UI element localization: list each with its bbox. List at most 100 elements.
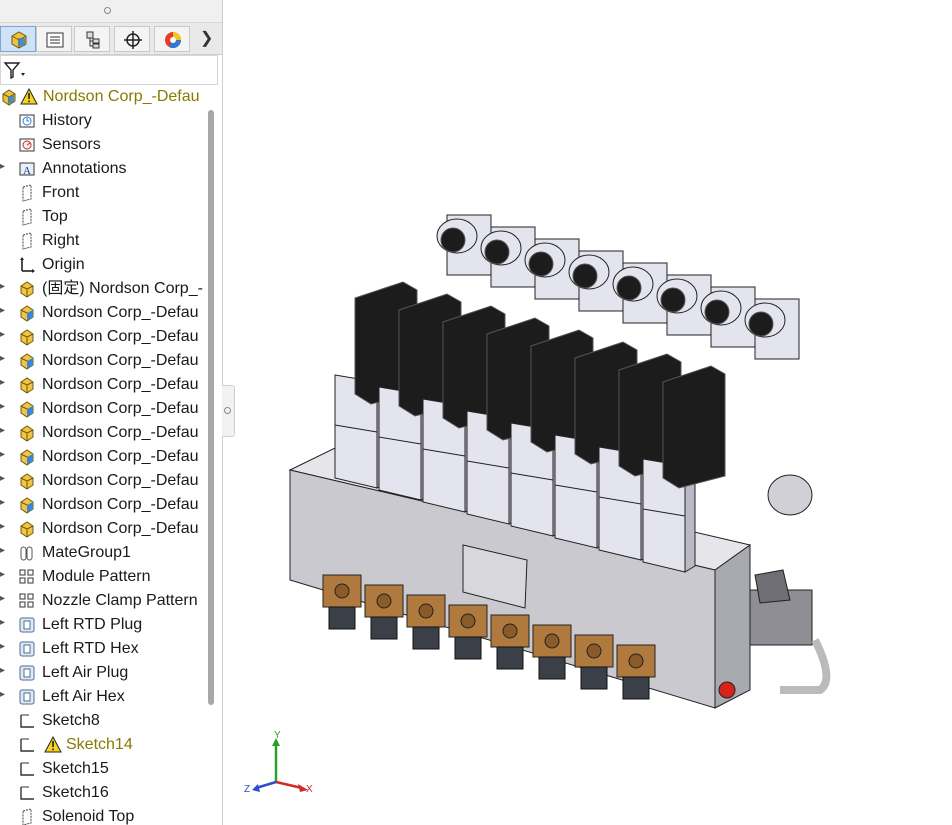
tree-item-label: Origin <box>42 256 85 273</box>
expand-arrow-icon[interactable]: ▸ <box>0 665 5 676</box>
tree-item[interactable]: ▸ Nordson Corp_-Defau <box>0 469 206 493</box>
expand-arrow-icon[interactable]: ▸ <box>0 401 5 412</box>
graphics-viewport[interactable] <box>235 0 952 825</box>
expand-arrow-icon[interactable]: ▸ <box>0 617 5 628</box>
configuration-icon <box>86 31 100 49</box>
tree-item[interactable]: Sensors <box>0 133 206 157</box>
tree-item[interactable]: ▸ A Annotations <box>0 157 206 181</box>
expand-arrow-icon[interactable]: ▸ <box>0 353 5 364</box>
clamp-bolt <box>502 623 518 639</box>
tree-item[interactable]: ▸ Nordson Corp_-Defau <box>0 349 206 373</box>
tab-feature-manager[interactable] <box>0 26 36 52</box>
tree-item[interactable]: Right <box>0 229 206 253</box>
tree-item[interactable]: ▸ Nordson Corp_-Defau <box>0 301 206 325</box>
expand-arrow-icon[interactable]: ▸ <box>0 593 5 604</box>
tree-item-label: Nordson Corp_-Defau <box>42 352 199 369</box>
sketch-icon <box>18 736 36 754</box>
x-axis-line <box>275 780 303 790</box>
tree-item-label: Solenoid Top <box>42 808 135 825</box>
tree-item-label: Nordson Corp_-Defau <box>42 472 199 489</box>
tree-item[interactable]: ▸ Nordson Corp_-Defau <box>0 373 206 397</box>
filter-bar[interactable] <box>0 55 218 85</box>
expand-arrow-icon[interactable]: ▸ <box>0 497 5 508</box>
plane-icon <box>18 208 36 226</box>
tree-item[interactable]: ▸ Nordson Corp_-Defau <box>0 445 206 469</box>
chevron-right-icon[interactable]: ❯ <box>200 31 213 47</box>
tree-item[interactable]: ▸ Nordson Corp_-Defau <box>0 325 206 349</box>
z-axis-label: Z <box>244 784 250 795</box>
tree-item[interactable]: Sketch14 <box>0 733 206 757</box>
property-list-icon <box>46 32 64 48</box>
expand-arrow-icon[interactable]: ▸ <box>0 545 5 556</box>
tree-item[interactable]: Sketch8 <box>0 709 206 733</box>
tree-item[interactable]: ▸ Left RTD Plug <box>0 613 206 637</box>
appearance-pie-icon <box>165 32 182 49</box>
solenoid-valve <box>662 365 726 489</box>
expand-arrow-icon[interactable]: ▸ <box>0 425 5 436</box>
x-axis-label: X <box>306 784 313 795</box>
panel-grip[interactable] <box>0 0 222 23</box>
tree-item[interactable]: ▸ Module Pattern <box>0 565 206 589</box>
tree-item-label: Left Air Hex <box>42 688 125 705</box>
part-blue-icon <box>18 448 36 466</box>
expand-arrow-icon[interactable]: ▸ <box>0 521 5 532</box>
tab-configuration-manager[interactable] <box>74 26 110 52</box>
feature-icon <box>18 616 36 634</box>
clamp-bolt <box>544 633 560 649</box>
tree-item[interactable]: ▸ Nordson Corp_-Defau <box>0 397 206 421</box>
tree-item[interactable]: ▸ Nordson Corp_-Defau <box>0 421 206 445</box>
tree-item[interactable]: ▸ Left Air Hex <box>0 685 206 709</box>
expand-arrow-icon[interactable]: ▸ <box>0 689 5 700</box>
tab-dimxpert[interactable] <box>114 26 150 52</box>
tree-item[interactable]: Origin <box>0 253 206 277</box>
expand-arrow-icon[interactable]: ▸ <box>0 473 5 484</box>
tree-scrollbar[interactable] <box>208 110 214 705</box>
expand-arrow-icon[interactable]: ▸ <box>0 569 5 580</box>
pattern-icon <box>18 592 36 610</box>
expand-arrow-icon[interactable]: ▸ <box>0 377 5 388</box>
tree-item[interactable]: ▸ MateGroup1 <box>0 541 206 565</box>
tree-item-label: MateGroup1 <box>42 544 131 561</box>
panel-splitter[interactable] <box>222 385 235 437</box>
tree-item-label: Nordson Corp_-Defau <box>43 88 200 105</box>
filter-icon[interactable] <box>3 61 27 81</box>
tree-item[interactable]: ▸ Nozzle Clamp Pattern <box>0 589 206 613</box>
pattern-icon <box>18 568 36 586</box>
tree-item-label: Nordson Corp_-Defau <box>42 376 199 393</box>
feature-icon <box>18 664 36 682</box>
expand-arrow-icon[interactable]: ▸ <box>0 641 5 652</box>
tree-item[interactable]: Sketch15 <box>0 757 206 781</box>
tree-item[interactable]: ▸ Left RTD Hex <box>0 637 206 661</box>
connector-nut <box>484 239 510 265</box>
tree-item-label: Module Pattern <box>42 568 151 585</box>
tree-item-label: Sketch14 <box>66 736 133 753</box>
tree-item[interactable]: Sketch16 <box>0 781 206 805</box>
expand-arrow-icon[interactable]: ▸ <box>0 329 5 340</box>
tree-item[interactable]: ▸ Nordson Corp_-Defau <box>0 517 206 541</box>
tree-item[interactable]: ▸ (固定) Nordson Corp_- <box>0 277 206 301</box>
expand-arrow-icon[interactable]: ▸ <box>0 281 5 292</box>
tree-item[interactable]: ▸ Left Air Plug <box>0 661 206 685</box>
nozzle-body <box>622 676 650 700</box>
expand-arrow-icon[interactable]: ▸ <box>0 161 5 172</box>
tree-item-label: Annotations <box>42 160 127 177</box>
feature-icon <box>18 640 36 658</box>
clamp-bolt <box>628 653 644 669</box>
expand-arrow-icon[interactable]: ▸ <box>0 305 5 316</box>
tree-item-label: Left Air Plug <box>42 664 129 681</box>
crosshair-icon <box>124 31 142 49</box>
tree-item-label: Sketch15 <box>42 760 109 777</box>
tree-item[interactable]: History <box>0 109 206 133</box>
plane-icon <box>18 232 36 250</box>
tree-root-item[interactable]: Nordson Corp_-Defau <box>0 85 206 109</box>
nozzle-body <box>412 626 440 650</box>
connector-nut <box>572 263 598 289</box>
tree-item[interactable]: Front <box>0 181 206 205</box>
tab-property-manager[interactable] <box>36 26 72 52</box>
tab-display-manager[interactable] <box>154 26 190 52</box>
tree-item-label: Top <box>42 208 68 225</box>
tree-item[interactable]: Solenoid Top <box>0 805 206 825</box>
expand-arrow-icon[interactable]: ▸ <box>0 449 5 460</box>
tree-item[interactable]: ▸ Nordson Corp_-Defau <box>0 493 206 517</box>
tree-item[interactable]: Top <box>0 205 206 229</box>
